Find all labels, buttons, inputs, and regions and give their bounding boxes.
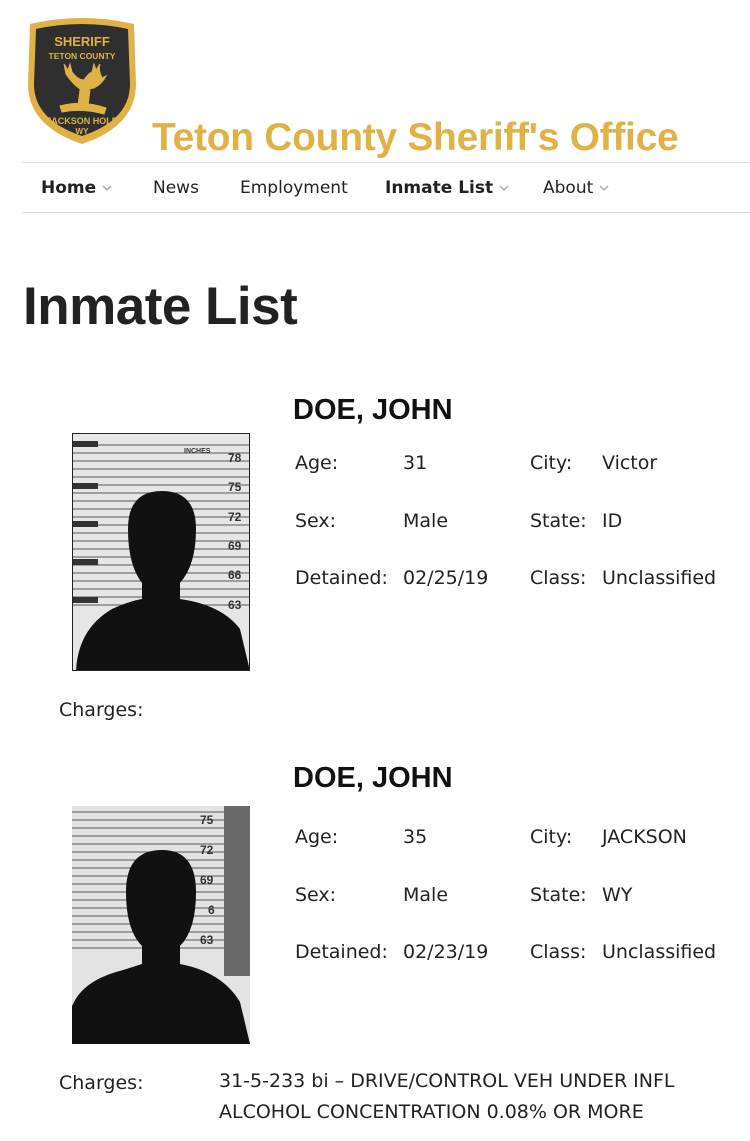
nav-top-divider: [22, 162, 750, 163]
svg-text:TETON COUNTY: TETON COUNTY: [49, 51, 116, 61]
detained-label: Detained:: [295, 941, 388, 963]
svg-text:69: 69: [200, 873, 214, 887]
site-title[interactable]: Teton County Sheriff's Office: [152, 116, 679, 160]
age-label: Age:: [295, 452, 339, 474]
svg-text:INCHES: INCHES: [184, 448, 211, 455]
nav-item-label: About: [543, 178, 594, 198]
svg-text:75: 75: [200, 813, 214, 827]
nav-item-home[interactable]: Home: [41, 178, 112, 198]
svg-text:WY: WY: [76, 127, 90, 136]
svg-text:63: 63: [228, 598, 242, 612]
chevron-down-icon: [102, 184, 112, 191]
chevron-down-icon: [599, 184, 609, 191]
svg-text:78: 78: [228, 451, 242, 465]
svg-text:72: 72: [200, 843, 214, 857]
svg-text:6: 6: [208, 903, 215, 917]
mugshot-image[interactable]: 75 72 69 6 63: [72, 806, 250, 1044]
state-value: WY: [602, 884, 633, 906]
age-value: 35: [403, 826, 428, 848]
city-label: City:: [530, 452, 573, 474]
class-value: Unclassified: [602, 567, 717, 589]
sex-value: Male: [403, 884, 449, 906]
nav-item-label: News: [153, 178, 199, 198]
nav-item-label: Home: [41, 178, 97, 198]
age-label: Age:: [295, 826, 339, 848]
svg-text:SHERIFF: SHERIFF: [54, 34, 110, 49]
sheriff-badge-logo: SHERIFF TETON COUNTY JACKSON HOLE WY: [28, 18, 136, 144]
inmate-name[interactable]: DOE, JOHN: [293, 394, 453, 427]
main-nav: Home News Employment Inmate List About: [0, 168, 750, 208]
sex-label: Sex:: [295, 510, 337, 532]
svg-text:66: 66: [228, 568, 242, 582]
nav-item-label: Employment: [240, 178, 348, 198]
page-title: Inmate List: [23, 277, 298, 336]
class-value: Unclassified: [602, 941, 717, 963]
nav-bottom-divider: [22, 212, 750, 213]
city-value: JACKSON: [602, 826, 687, 848]
city-value: Victor: [602, 452, 658, 474]
svg-text:75: 75: [228, 480, 242, 494]
detained-value: 02/25/19: [403, 567, 489, 589]
nav-item-label: Inmate List: [385, 178, 494, 198]
charge-line: ALCOHOL CONCENTRATION 0.08% OR MORE: [219, 1101, 644, 1123]
age-value: 31: [403, 452, 428, 474]
class-label: Class:: [530, 567, 587, 589]
charge-line: 31-5-233 bi – DRIVE/CONTROL VEH UNDER IN…: [219, 1070, 675, 1092]
state-value: ID: [602, 510, 623, 532]
inmate-name[interactable]: DOE, JOHN: [293, 762, 453, 795]
state-label: State:: [530, 884, 587, 906]
nav-item-news[interactable]: News: [153, 178, 199, 198]
charges-label: Charges:: [59, 1072, 144, 1094]
class-label: Class:: [530, 941, 587, 963]
charges-label: Charges:: [59, 699, 144, 721]
mugshot-image[interactable]: INCHES 78 75 72 69 66 63: [72, 433, 250, 671]
nav-item-employment[interactable]: Employment: [240, 178, 348, 198]
sex-label: Sex:: [295, 884, 337, 906]
svg-text:JACKSON HOLE: JACKSON HOLE: [46, 116, 118, 126]
svg-text:63: 63: [200, 933, 214, 947]
chevron-down-icon: [499, 184, 509, 191]
svg-text:69: 69: [228, 539, 242, 553]
state-label: State:: [530, 510, 587, 532]
charges-list: 31-5-233 bi – DRIVE/CONTROL VEH UNDER IN…: [219, 1066, 675, 1128]
svg-text:72: 72: [228, 510, 242, 524]
city-label: City:: [530, 826, 573, 848]
detained-label: Detained:: [295, 567, 388, 589]
sex-value: Male: [403, 510, 449, 532]
nav-item-inmate-list[interactable]: Inmate List: [385, 178, 509, 198]
nav-item-about[interactable]: About: [543, 178, 609, 198]
detained-value: 02/23/19: [403, 941, 489, 963]
